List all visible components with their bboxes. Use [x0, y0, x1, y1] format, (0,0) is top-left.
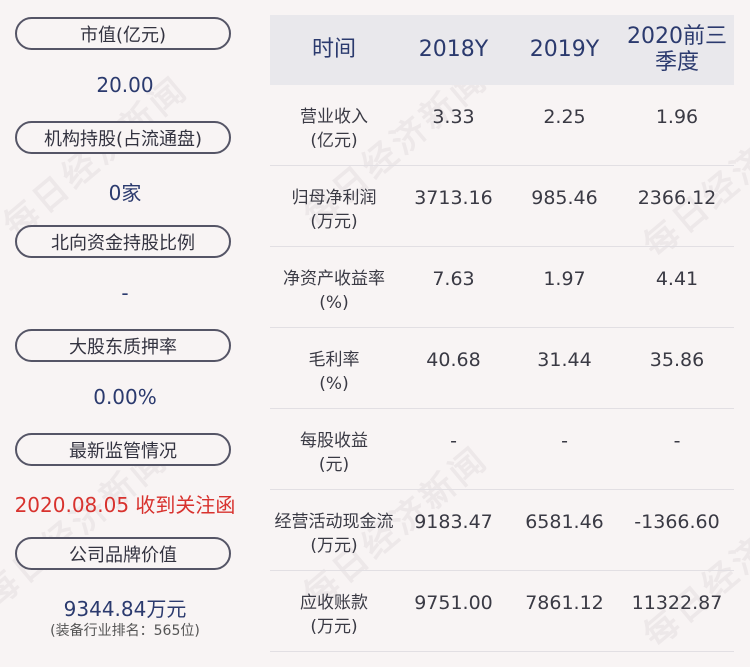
cell-2020: -1366.60	[634, 511, 720, 533]
cell-2019: 1.97	[543, 268, 586, 290]
row-unit: (万元)	[310, 617, 358, 637]
cell-2020: -	[673, 430, 681, 452]
row-unit: (元)	[318, 455, 350, 475]
row-label: 归母净利润	[291, 188, 377, 208]
row-label: 净资产收益率	[283, 269, 385, 289]
cell-2020: 1.96	[655, 106, 699, 128]
brand-rank-note: (装备行业排名：565位)	[50, 623, 200, 639]
cell-2019: 31.44	[537, 349, 592, 371]
institutional-holdings-value: 0家	[108, 181, 142, 205]
row-label: 每股收益	[300, 431, 368, 451]
northbound-holding-label: 北向资金持股比例	[15, 225, 231, 258]
cell-2018: 3.33	[432, 106, 475, 128]
table-row: 每股收益 (元) - - -	[270, 409, 734, 490]
row-unit: (亿元)	[310, 131, 358, 151]
latest-regulation-label: 最新监管情况	[15, 433, 231, 466]
row-unit: (万元)	[310, 536, 358, 556]
cell-2020: 2366.12	[637, 187, 717, 209]
table-row: 经营活动现金流 (万元) 9183.47 6581.46 -1366.60	[270, 490, 734, 571]
table-row: 应收账款 (万元) 9751.00 7861.12 11322.87	[270, 571, 734, 652]
brand-value-value: 9344.84万元	[63, 597, 187, 621]
market-cap-value: 20.00	[96, 73, 154, 97]
table-row: 毛利率 (%) 40.68 31.44 35.86	[270, 328, 734, 409]
cell-2019: 6581.46	[525, 511, 604, 533]
row-unit: (%)	[319, 293, 349, 313]
cell-2020: 11322.87	[631, 592, 723, 614]
cell-2018: 3713.16	[414, 187, 493, 209]
cell-2018: 9183.47	[414, 511, 493, 533]
table-row: 净资产收益率 (%) 7.63 1.97 4.41	[270, 247, 734, 328]
cell-2018: 40.68	[426, 349, 481, 371]
row-unit: (%)	[319, 374, 349, 394]
cell-2019: 7861.12	[525, 592, 604, 614]
row-label: 经营活动现金流	[274, 512, 394, 532]
cell-2019: 985.46	[531, 187, 598, 209]
cell-2018: 9751.00	[414, 592, 493, 614]
cell-2019: -	[561, 430, 568, 452]
northbound-holding-value: -	[121, 281, 129, 305]
market-cap-label: 市值(亿元)	[15, 17, 231, 50]
cell-2020: 4.41	[655, 268, 699, 290]
row-label: 营业收入	[300, 107, 368, 127]
institutional-holdings-label: 机构持股(占流通盘)	[15, 121, 231, 154]
table-row: 归母净利润 (万元) 3713.16 985.46 2366.12	[270, 166, 734, 247]
latest-regulation-value: 2020.08.05 收到关注函	[14, 493, 236, 517]
table-row: 营业收入 (亿元) 3.33 2.25 1.96	[270, 85, 734, 166]
header-2019: 2019Y	[529, 37, 600, 62]
major-shareholder-pledge-value: 0.00%	[93, 385, 157, 409]
row-label: 应收账款	[300, 593, 368, 613]
cell-2020: 35.86	[649, 349, 705, 371]
major-shareholder-pledge-label: 大股东质押率	[15, 329, 231, 362]
header-2018: 2018Y	[418, 37, 489, 62]
row-unit: (万元)	[310, 212, 358, 232]
row-label: 毛利率	[308, 350, 360, 370]
table-header: 时间 2018Y 2019Y 2020前三季度	[270, 15, 734, 85]
header-time: 时间	[311, 37, 356, 62]
cell-2018: -	[450, 430, 457, 452]
cell-2018: 7.63	[432, 268, 475, 290]
cell-2019: 2.25	[543, 106, 586, 128]
financials-table: 时间 2018Y 2019Y 2020前三季度 营业收入 (亿元) 3.33 2…	[270, 15, 734, 652]
brand-value-label: 公司品牌价值	[15, 537, 231, 570]
stock-summary-panel: 市值(亿元) 20.00 机构持股(占流通盘) 0家 北向资金持股比例 - 大股…	[0, 0, 250, 667]
header-2020: 2020前三季度	[627, 24, 727, 75]
